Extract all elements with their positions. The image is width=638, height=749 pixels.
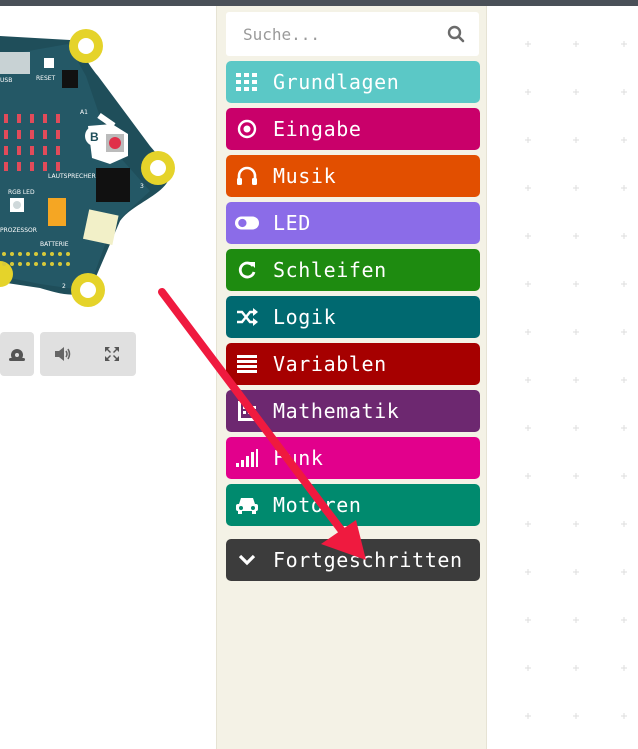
category-variablen[interactable]: Variablen: [226, 343, 480, 385]
speaker: [96, 168, 130, 202]
category-eingabe[interactable]: Eingabe: [226, 108, 480, 150]
label-reset: RESET: [36, 75, 56, 82]
label-a1: A1: [80, 109, 88, 116]
category-label: Logik: [273, 305, 337, 329]
category-led[interactable]: LED: [226, 202, 480, 244]
label-rgb-led: RGB LED: [8, 189, 35, 196]
category-label: Fortgeschritten: [273, 548, 463, 572]
simulator-panel: B USB RESET A1 LAUTSPRECHER RGB LED 3 PR…: [0, 6, 216, 749]
shuffle-icon: [235, 305, 259, 329]
blocks-workspace[interactable]: [488, 6, 638, 749]
category-label: LED: [273, 211, 311, 235]
svg-text:B: B: [90, 130, 99, 144]
search-icon[interactable]: [447, 25, 465, 43]
category-label: Grundlagen: [273, 70, 400, 94]
category-grundlagen[interactable]: Grundlagen: [226, 61, 480, 103]
category-label: Schleifen: [273, 258, 387, 282]
workspace-grid: [488, 6, 638, 749]
chevron-down-icon: [235, 548, 259, 572]
category-musik[interactable]: Musik: [226, 155, 480, 197]
calliope-board[interactable]: B USB RESET A1 LAUTSPRECHER RGB LED 3 PR…: [0, 6, 216, 326]
label-pin-2: 2: [62, 283, 66, 290]
toolbox: Grundlagen Eingabe Musik LED Schleifen L…: [216, 6, 487, 749]
label-pin-3: 3: [140, 183, 144, 190]
label-batterie: BATTERIE: [40, 241, 69, 248]
grid-icon: [235, 70, 259, 94]
category-label: Musik: [273, 164, 337, 188]
simulator-toolbar: [0, 332, 136, 378]
category-label: Eingabe: [273, 117, 362, 141]
category-label: Mathematik: [273, 399, 400, 423]
sound-fullscreen-group: [40, 332, 136, 376]
category-fortgeschritten[interactable]: Fortgeschritten: [226, 539, 480, 581]
category-label: Variablen: [273, 352, 387, 376]
car-icon: [235, 493, 259, 517]
list-icon: [235, 352, 259, 376]
speaker-icon: [55, 347, 71, 361]
fullscreen-button[interactable]: [102, 344, 122, 364]
label-prozessor: PROZESSOR: [0, 227, 37, 234]
label-lautsprecher: LAUTSPRECHER: [48, 173, 96, 180]
category-label: Funk: [273, 446, 324, 470]
category-mathematik[interactable]: Mathematik: [226, 390, 480, 432]
search-box: [226, 12, 479, 56]
category-motoren[interactable]: Motoren: [226, 484, 480, 526]
category-schleifen[interactable]: Schleifen: [226, 249, 480, 291]
signal-icon: [235, 446, 259, 470]
calculator-icon: [235, 399, 259, 423]
category-label: Motoren: [273, 493, 362, 517]
category-logik[interactable]: Logik: [226, 296, 480, 338]
slow-motion-button[interactable]: [0, 332, 34, 376]
category-funk[interactable]: Funk: [226, 437, 480, 479]
toggle-icon: [235, 211, 259, 235]
target-icon: [235, 117, 259, 141]
headphones-icon: [235, 164, 259, 188]
refresh-icon: [235, 258, 259, 282]
snail-icon: [9, 349, 25, 361]
search-input[interactable]: [226, 12, 436, 56]
mute-button[interactable]: [52, 344, 74, 364]
fullscreen-icon: [105, 347, 119, 361]
label-usb: USB: [0, 77, 12, 84]
